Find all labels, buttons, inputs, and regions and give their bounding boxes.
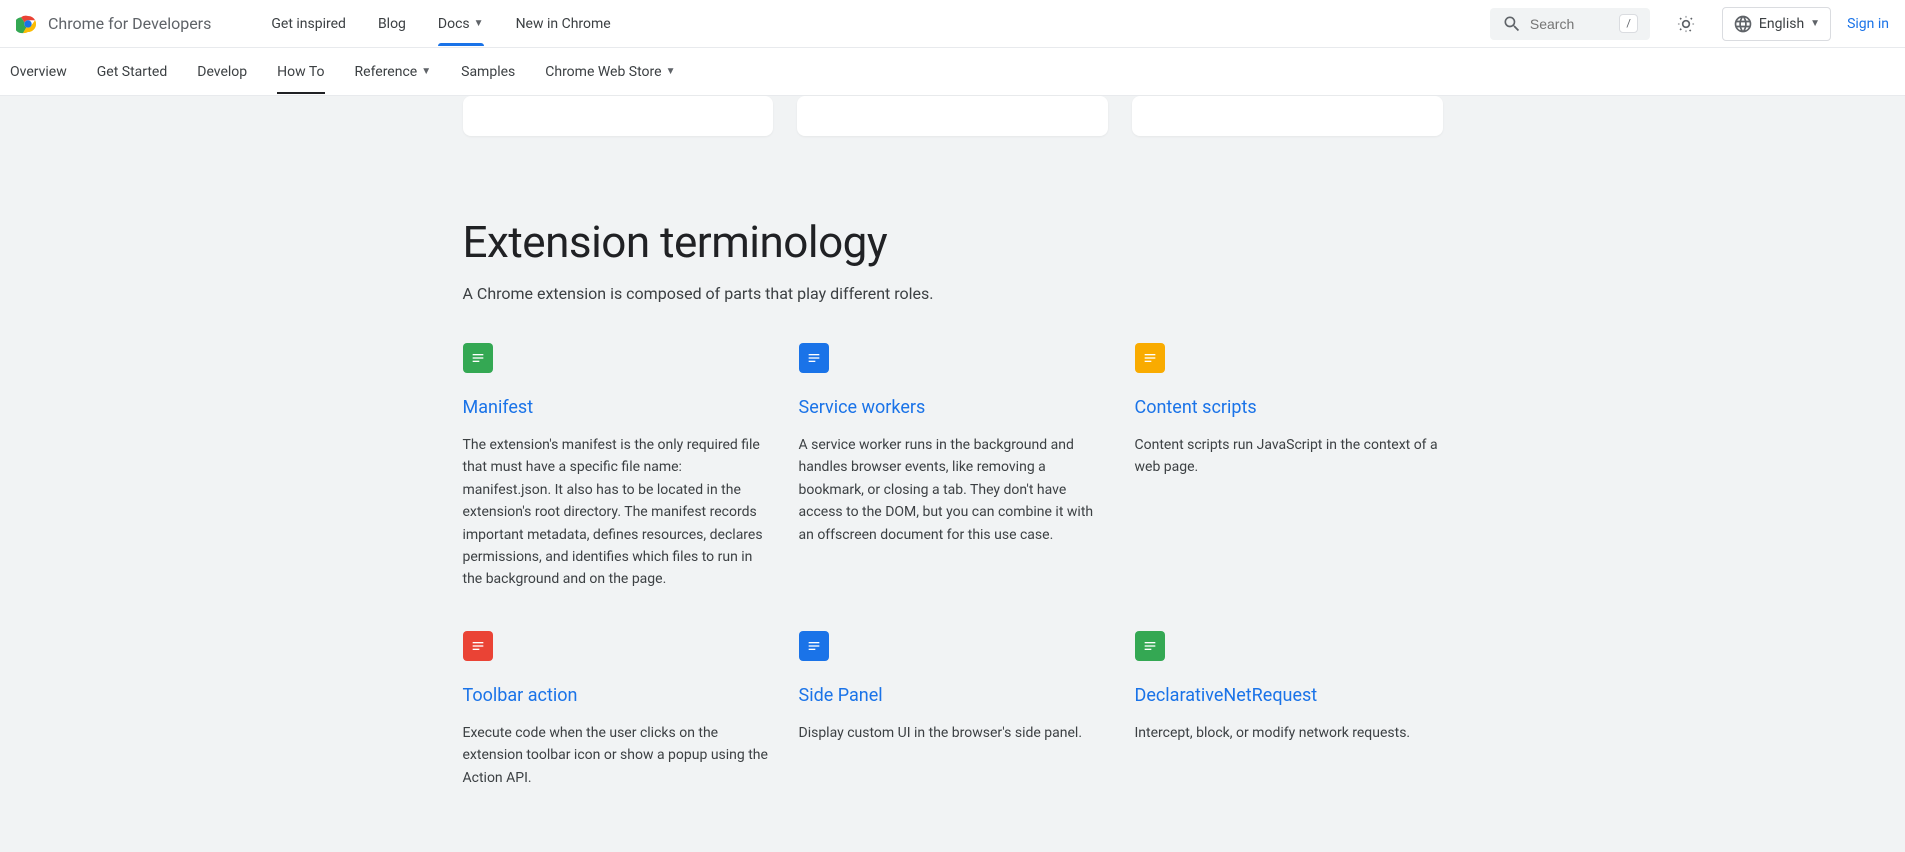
term-title-link[interactable]: DeclarativeNetRequest bbox=[1135, 685, 1443, 706]
sub-nav-item-develop[interactable]: Develop bbox=[197, 50, 247, 94]
term-description: Display custom UI in the browser's side … bbox=[799, 722, 1107, 744]
placeholder-cards-row bbox=[463, 96, 1443, 136]
sub-nav-item-how-to[interactable]: How To bbox=[277, 50, 324, 94]
language-selector[interactable]: English ▼ bbox=[1722, 7, 1831, 41]
term-description: Intercept, block, or modify network requ… bbox=[1135, 722, 1443, 744]
term-title-link[interactable]: Content scripts bbox=[1135, 397, 1443, 418]
term-card-service-workers: Service workers A service worker runs in … bbox=[799, 343, 1107, 591]
term-card-manifest: Manifest The extension's manifest is the … bbox=[463, 343, 771, 591]
placeholder-card bbox=[463, 96, 774, 136]
term-description: Execute code when the user clicks on the… bbox=[463, 722, 771, 789]
top-nav-item-blog[interactable]: Blog bbox=[378, 2, 406, 46]
site-title: Chrome for Developers bbox=[48, 14, 211, 33]
sub-nav-item-chrome-web-store[interactable]: Chrome Web Store ▼ bbox=[545, 50, 675, 94]
search-shortcut: / bbox=[1619, 14, 1638, 33]
top-nav-item-docs[interactable]: Docs ▼ bbox=[438, 2, 484, 46]
term-title-link[interactable]: Service workers bbox=[799, 397, 1107, 418]
nav-label: Blog bbox=[378, 16, 406, 32]
sub-nav-item-overview[interactable]: Overview bbox=[10, 50, 67, 94]
top-nav-item-new-in-chrome[interactable]: New in Chrome bbox=[516, 2, 611, 46]
term-card-side-panel: Side Panel Display custom UI in the brows… bbox=[799, 631, 1107, 789]
placeholder-card bbox=[1132, 96, 1443, 136]
section-subtitle: A Chrome extension is composed of parts … bbox=[463, 284, 1443, 303]
nav-label: New in Chrome bbox=[516, 16, 611, 32]
document-icon bbox=[463, 631, 493, 661]
top-header: Chrome for Developers Get inspired Blog Do… bbox=[0, 0, 1905, 48]
document-icon bbox=[799, 631, 829, 661]
term-card-content-scripts: Content scripts Content scripts run JavaS… bbox=[1135, 343, 1443, 591]
terminology-grid: Manifest The extension's manifest is the … bbox=[463, 343, 1443, 789]
term-card-declarativenetrequest: DeclarativeNetRequest Intercept, block, o… bbox=[1135, 631, 1443, 789]
search-box[interactable]: / bbox=[1490, 8, 1650, 40]
document-icon bbox=[1135, 631, 1165, 661]
subnav-label: Get Started bbox=[97, 64, 168, 80]
sub-nav-item-get-started[interactable]: Get Started bbox=[97, 50, 168, 94]
term-card-toolbar-action: Toolbar action Execute code when the user… bbox=[463, 631, 771, 789]
subnav-label: Reference bbox=[355, 64, 418, 80]
chrome-logo-icon bbox=[16, 12, 40, 36]
subnav-label: Samples bbox=[461, 64, 515, 80]
top-nav-item-get-inspired[interactable]: Get inspired bbox=[271, 2, 346, 46]
sub-nav-item-samples[interactable]: Samples bbox=[461, 50, 515, 94]
subnav-label: How To bbox=[277, 64, 324, 80]
language-label: English bbox=[1759, 16, 1804, 32]
sub-nav-item-reference[interactable]: Reference▼ bbox=[355, 50, 432, 94]
globe-icon bbox=[1733, 14, 1753, 34]
term-description: Content scripts run JavaScript in the co… bbox=[1135, 434, 1443, 479]
header-right: / English ▼ Sign in bbox=[1490, 7, 1889, 41]
theme-toggle[interactable] bbox=[1666, 8, 1706, 40]
placeholder-card bbox=[797, 96, 1108, 136]
main-content: Extension terminology A Chrome extension… bbox=[443, 96, 1463, 789]
subnav-label: Chrome Web Store bbox=[545, 64, 661, 80]
subnav-label: Develop bbox=[197, 64, 247, 80]
nav-label: Docs bbox=[438, 16, 470, 32]
signin-link[interactable]: Sign in bbox=[1847, 16, 1889, 32]
document-icon bbox=[463, 343, 493, 373]
subnav-label: Overview bbox=[10, 64, 67, 80]
document-icon bbox=[799, 343, 829, 373]
sun-icon bbox=[1676, 14, 1696, 34]
search-icon bbox=[1502, 14, 1522, 34]
sub-header: Overview Get Started Develop How To Referenc… bbox=[0, 48, 1905, 96]
nav-label: Get inspired bbox=[271, 16, 346, 32]
dropdown-arrow-icon: ▼ bbox=[1810, 18, 1820, 29]
dropdown-arrow-icon: ▼ bbox=[666, 66, 676, 77]
dropdown-arrow-icon: ▼ bbox=[421, 66, 431, 77]
term-title-link[interactable]: Toolbar action bbox=[463, 685, 771, 706]
term-title-link[interactable]: Manifest bbox=[463, 397, 771, 418]
term-title-link[interactable]: Side Panel bbox=[799, 685, 1107, 706]
logo-section[interactable]: Chrome for Developers bbox=[16, 12, 211, 36]
term-description: The extension's manifest is the only req… bbox=[463, 434, 771, 591]
dropdown-arrow-icon: ▼ bbox=[474, 18, 484, 29]
top-nav: Get inspired Blog Docs ▼ New in Chrome bbox=[271, 2, 610, 46]
section-title: Extension terminology bbox=[463, 216, 1443, 268]
document-icon bbox=[1135, 343, 1165, 373]
search-input[interactable] bbox=[1530, 16, 1619, 32]
term-description: A service worker runs in the background … bbox=[799, 434, 1107, 546]
